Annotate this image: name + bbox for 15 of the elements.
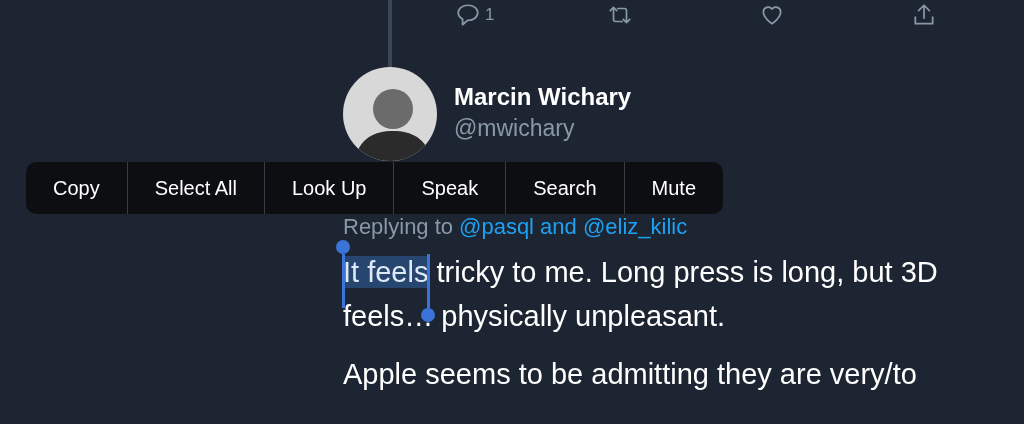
replying-label: Replying to [343,214,454,240]
menu-item[interactable]: Look Up [263,162,394,214]
menu-item[interactable]: Speak [393,162,506,214]
share-icon[interactable] [911,2,937,28]
menu-item[interactable]: Search [505,162,624,214]
reply-count: 1 [485,4,495,27]
menu-item[interactable]: Mute [623,162,724,214]
author-name[interactable]: Marcin Wichary [454,82,632,112]
reply-icon[interactable] [455,2,481,28]
tweet-text: feels… physically unpleasant. [343,299,727,334]
author-handle[interactable]: @mwichary [454,112,632,144]
menu-item[interactable]: Copy [26,162,127,214]
tweet-text: Apple seems to be admitting they are very/to [343,357,918,392]
mention-link[interactable]: @pasql and @eliz_kilic [459,214,688,240]
menu-item[interactable]: Select All [126,162,264,214]
